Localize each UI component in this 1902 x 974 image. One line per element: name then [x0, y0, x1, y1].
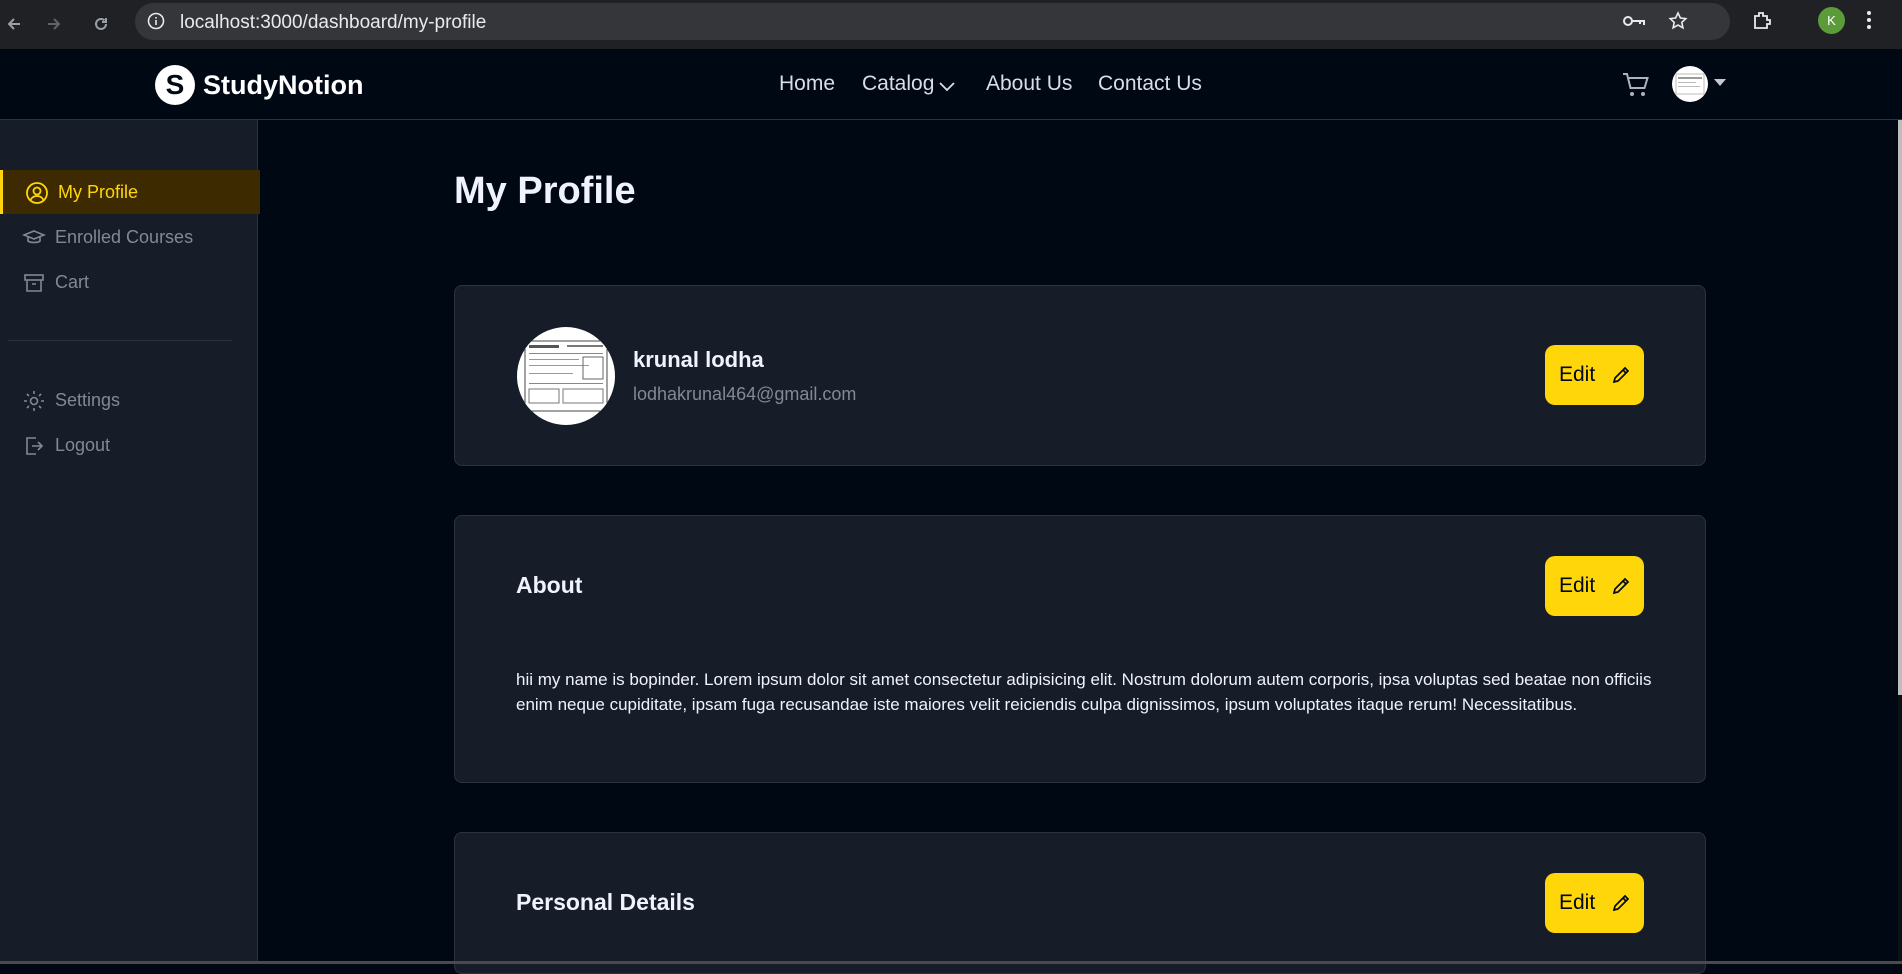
sidebar-item-label: My Profile [58, 182, 139, 202]
caret-down-icon[interactable] [1714, 79, 1726, 86]
logout-icon [22, 434, 46, 458]
edit-about-button[interactable]: Edit [1545, 556, 1644, 616]
gear-icon [22, 389, 46, 413]
pencil-icon [1611, 576, 1631, 602]
edit-button-label: Edit [1559, 574, 1596, 597]
profile-avatar [517, 327, 615, 425]
password-key-icon[interactable] [1622, 12, 1646, 35]
profile-name: krunal lodha [633, 347, 764, 372]
site-navbar: S StudyNotion Home Catalog About Us Cont… [0, 49, 1902, 120]
user-circle-icon [25, 181, 49, 205]
forward-icon[interactable] [40, 10, 68, 38]
about-card: About Edit hii my name is bopinder. Lore… [454, 515, 1706, 783]
dashboard-sidebar: My Profile Enrolled Courses Cart Setting… [0, 120, 260, 964]
sidebar-item-label: Cart [55, 272, 90, 292]
browser-toolbar: localhost:3000/dashboard/my-profile K [0, 0, 1902, 49]
pencil-icon [1611, 365, 1631, 391]
sidebar-divider [8, 340, 232, 341]
nav-catalog[interactable]: Catalog [862, 72, 934, 96]
browser-menu-icon[interactable] [1866, 9, 1872, 36]
sidebar-item-label: Enrolled Courses [55, 227, 194, 247]
brand-name: StudyNotion [203, 69, 364, 100]
pencil-icon [1611, 893, 1631, 919]
nav-contact-us[interactable]: Contact Us [1098, 72, 1202, 96]
sidebar-item-cart[interactable]: Cart [0, 260, 257, 304]
page-title: My Profile [454, 170, 636, 212]
nav-home[interactable]: Home [779, 72, 835, 96]
edit-button-label: Edit [1559, 891, 1596, 914]
back-icon[interactable] [0, 10, 28, 38]
about-text: hii my name is bopinder. Lorem ipsum dol… [516, 670, 1652, 714]
cart-icon[interactable] [1621, 71, 1651, 104]
chevron-down-icon[interactable] [938, 80, 956, 98]
sidebar-item-my-profile[interactable]: My Profile [0, 170, 260, 214]
sidebar-item-logout[interactable]: Logout [0, 423, 257, 467]
profile-card: krunal lodha lodhakrunal464@gmail.com Ed… [454, 285, 1706, 466]
site-info-icon[interactable] [147, 12, 165, 35]
user-avatar[interactable] [1672, 66, 1708, 102]
scrollbar-thumb[interactable] [1898, 120, 1902, 695]
url-text[interactable]: localhost:3000/dashboard/my-profile [180, 12, 486, 34]
edit-profile-button[interactable]: Edit [1545, 345, 1644, 405]
about-title: About [516, 572, 583, 598]
browser-profile-avatar[interactable]: K [1818, 7, 1845, 34]
profile-email: lodhakrunal464@gmail.com [633, 384, 857, 404]
address-bar[interactable]: localhost:3000/dashboard/my-profile [135, 3, 1730, 40]
bookmark-star-icon[interactable] [1668, 11, 1688, 36]
logo-mark-icon: S [155, 65, 195, 105]
nav-about-us[interactable]: About Us [986, 72, 1072, 96]
sidebar-item-settings[interactable]: Settings [0, 378, 257, 422]
edit-personal-details-button[interactable]: Edit [1545, 873, 1644, 933]
brand-logo[interactable]: S StudyNotion [155, 65, 363, 105]
personal-details-card: Personal Details Edit [454, 832, 1706, 974]
graduation-cap-icon [21, 226, 47, 250]
personal-details-title: Personal Details [516, 889, 695, 915]
sidebar-item-label: Logout [55, 435, 111, 455]
reload-icon[interactable] [87, 10, 115, 38]
extensions-icon[interactable] [1751, 9, 1773, 36]
sidebar-item-label: Settings [55, 390, 121, 410]
edit-button-label: Edit [1559, 363, 1596, 386]
archive-icon [22, 271, 46, 295]
sidebar-item-enrolled-courses[interactable]: Enrolled Courses [0, 215, 257, 259]
